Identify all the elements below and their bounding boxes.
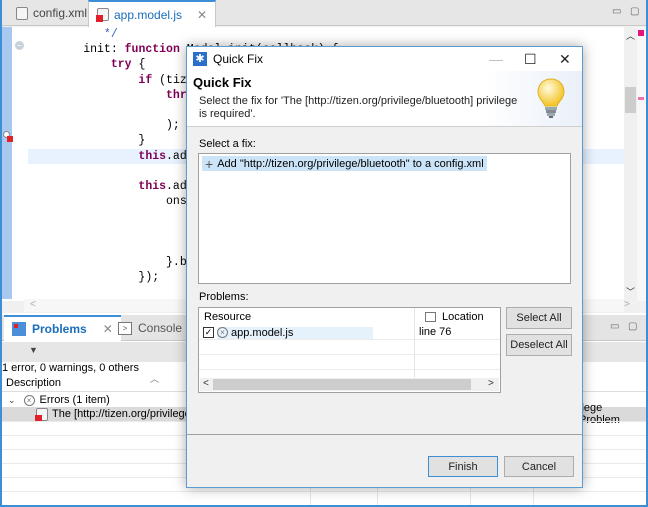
tab-label: Problems [32, 322, 87, 336]
column-header-location[interactable]: Location [425, 311, 484, 323]
editor-gutter [2, 27, 12, 299]
maximize-icon[interactable]: ☐ [524, 51, 537, 68]
maximize-icon[interactable]: ▢ [628, 321, 637, 332]
tab-app-model-js[interactable]: app.model.js ✕ [88, 0, 217, 27]
error-overview-marker[interactable] [638, 30, 644, 36]
code-token: */ [103, 28, 118, 41]
close-icon[interactable]: ✕ [559, 51, 571, 68]
fold-collapse-icon[interactable]: − [15, 41, 24, 50]
tab-console[interactable]: > Console [110, 315, 190, 341]
resource-cell: app.model.js [231, 326, 294, 339]
column-header-resource[interactable]: Resource [204, 311, 251, 323]
dialog-header: Quick Fix Select the fix for 'The [http:… [187, 71, 582, 127]
add-icon: + [205, 155, 214, 172]
code-token: init: [83, 43, 125, 57]
row-checkbox[interactable]: ✓ [203, 327, 214, 338]
sort-ascending-icon: ︿ [150, 374, 160, 384]
scroll-down-icon[interactable]: ﹀ [626, 285, 635, 298]
fix-item-label: Add "http://tizen.org/privilege/bluetoot… [217, 157, 484, 170]
js-file-error-icon [96, 8, 109, 22]
scroll-left-icon[interactable]: < [30, 299, 36, 310]
code-token: }); [138, 271, 160, 284]
overview-ruler [637, 27, 646, 301]
error-marker-icon [35, 407, 48, 422]
maximize-icon[interactable]: ▢ [630, 6, 639, 17]
minimize-icon[interactable]: ▭ [612, 6, 621, 17]
table-horizontal-scrollbar[interactable]: < > [200, 378, 499, 391]
problems-table: Resource Location ✓ × app.model.js line … [198, 307, 501, 393]
fix-item[interactable]: + Add "http://tizen.org/privilege/blueto… [202, 156, 487, 171]
code-token: this [138, 149, 167, 163]
view-menu-icon[interactable]: ▼ [29, 345, 38, 355]
error-overview-marker[interactable] [638, 97, 644, 100]
code-token: if [138, 73, 153, 87]
select-all-button[interactable]: Select All [506, 307, 572, 329]
scroll-thumb[interactable] [625, 87, 636, 113]
minimize-icon: — [489, 51, 503, 67]
editor-vertical-scrollbar[interactable]: ︿ ﹀ [624, 27, 637, 301]
code-token: ); [166, 119, 180, 133]
tab-label: Console [138, 321, 183, 335]
cancel-button[interactable]: Cancel [504, 456, 574, 477]
dialog-title-bar[interactable]: ✱ Quick Fix — ☐ ✕ [187, 47, 582, 71]
app-icon: ✱ [193, 52, 207, 66]
location-column-icon [425, 312, 436, 322]
expand-chevron-icon[interactable]: ⌄ [8, 395, 16, 406]
dialog-message: Select the fix for 'The [http://tizen.or… [199, 95, 518, 120]
fix-list[interactable]: + Add "http://tizen.org/privilege/blueto… [198, 153, 571, 284]
quick-fix-dialog: ✱ Quick Fix — ☐ ✕ Quick Fix Select the f… [186, 46, 583, 488]
dialog-heading: Quick Fix [193, 75, 252, 90]
column-header-label: Location [442, 311, 484, 323]
tab-config-xml[interactable]: config.xml [8, 0, 95, 26]
error-circle-icon: × [217, 327, 228, 338]
code-token: this [138, 179, 167, 193]
dialog-window-title: Quick Fix [213, 52, 264, 66]
console-icon: > [118, 321, 132, 335]
scroll-right-icon[interactable]: > [488, 378, 494, 389]
location-cell: line 76 [419, 326, 452, 338]
tab-label: app.model.js [114, 7, 183, 22]
line-ruler [12, 27, 24, 299]
scroll-thumb[interactable] [213, 379, 471, 390]
scroll-right-icon[interactable]: > [624, 299, 630, 310]
xml-file-icon [16, 6, 28, 20]
code-token: function [124, 43, 180, 57]
select-fix-label: Select a fix: [199, 138, 256, 150]
code-token: try [110, 58, 132, 72]
table-header: Resource Location [199, 308, 500, 325]
problem-type: ilege Problem [579, 402, 620, 426]
group-label: Errors (1 item) [39, 394, 110, 406]
problems-label: Problems: [199, 291, 249, 303]
code-line[interactable]: */ [28, 27, 628, 42]
minimize-icon[interactable]: ▭ [610, 321, 619, 332]
scroll-left-icon[interactable]: < [203, 378, 209, 389]
lightbulb-icon [537, 78, 565, 118]
scroll-up-icon[interactable]: ︿ [626, 29, 635, 42]
finish-button[interactable]: Finish [428, 456, 498, 477]
table-row[interactable]: ✓ × app.model.js line 76 [199, 325, 500, 340]
deselect-all-button[interactable]: Deselect All [506, 334, 572, 356]
problems-icon [12, 322, 26, 336]
code-token: } [138, 134, 146, 148]
tab-label: config.xml [33, 6, 88, 20]
error-quickfix-marker-icon[interactable] [3, 131, 13, 143]
error-circle-icon: × [23, 394, 35, 406]
editor-tab-bar: config.xml app.model.js ✕ ▭ ▢ [0, 0, 648, 27]
code-token: { [131, 58, 146, 72]
close-tab-icon[interactable]: ✕ [197, 8, 207, 22]
problems-summary: 1 error, 0 warnings, 0 others [2, 362, 139, 374]
tab-problems[interactable]: Problems ✕ [4, 315, 121, 341]
